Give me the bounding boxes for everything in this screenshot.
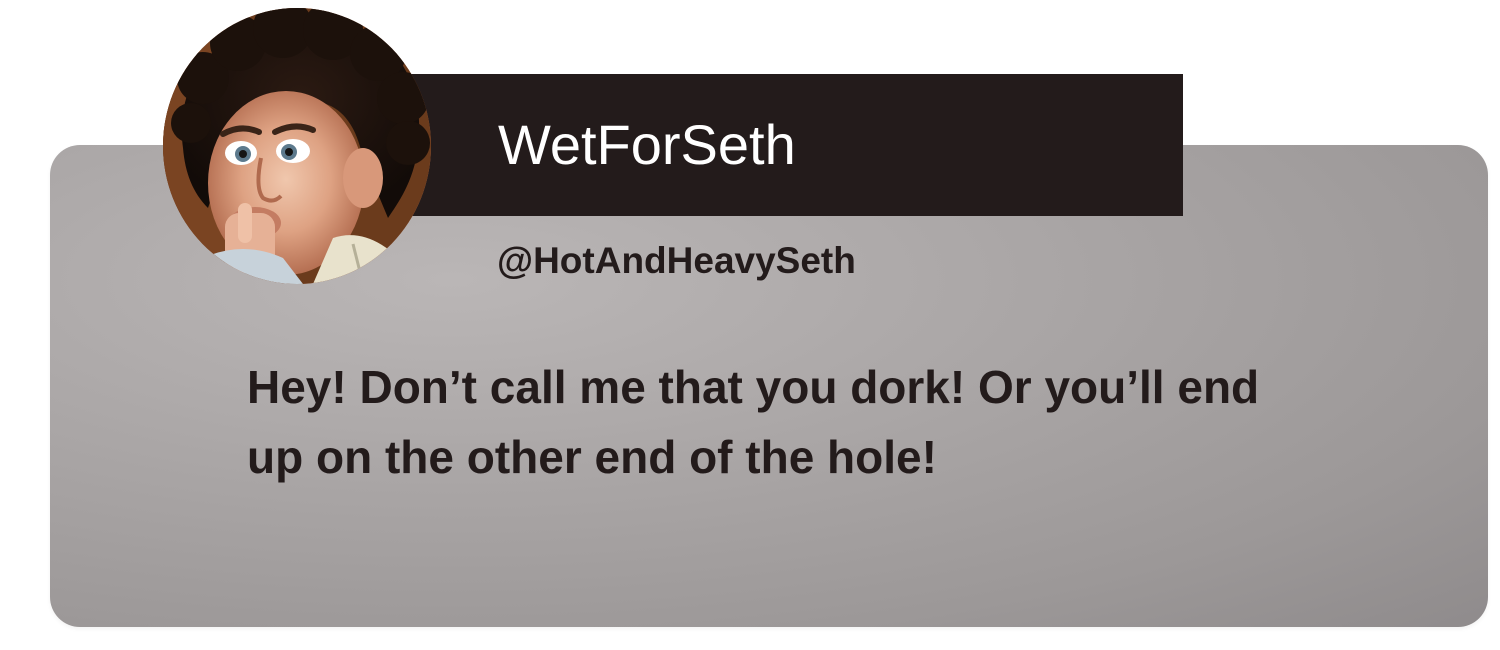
user-handle[interactable]: @HotAndHeavySeth	[497, 238, 856, 284]
post-message: Hey! Don’t call me that you dork! Or you…	[247, 361, 1260, 483]
avatar-photo-icon	[163, 8, 431, 284]
page: WetForSeth @HotAndHeavySeth Hey! Don’t c…	[0, 0, 1500, 650]
user-avatar[interactable]	[163, 8, 431, 284]
name-bar: WetForSeth	[395, 74, 1183, 216]
display-name: WetForSeth	[498, 113, 796, 176]
